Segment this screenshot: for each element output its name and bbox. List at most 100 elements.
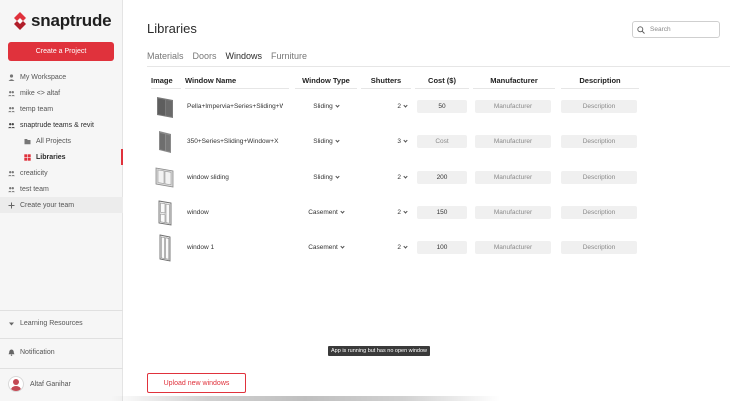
window-name: window 1 bbox=[187, 244, 215, 252]
manufacturer-field[interactable]: Manufacturer bbox=[475, 135, 551, 149]
shutters-value: 3 bbox=[397, 138, 401, 146]
table-row[interactable]: 350+Series+Sliding+Window+X Sliding 3 Co… bbox=[147, 124, 730, 159]
upload-new-windows-button[interactable]: Upload new windows bbox=[147, 373, 246, 393]
search-icon bbox=[637, 21, 645, 39]
create-project-button[interactable]: Create a Project bbox=[8, 42, 114, 61]
brand-name: snaptrude bbox=[31, 11, 112, 30]
sidebar-divider bbox=[0, 368, 123, 369]
folder-icon bbox=[24, 138, 31, 145]
sidebar-item-snaptrude-teams-revit[interactable]: snaptrude teams & revit bbox=[0, 117, 123, 133]
sidebar-item-libraries[interactable]: Libraries bbox=[0, 149, 123, 165]
person-icon bbox=[8, 73, 15, 81]
casement-window-icon[interactable] bbox=[153, 200, 177, 226]
shutters-value: 2 bbox=[397, 103, 401, 111]
shutters-value: 2 bbox=[397, 173, 401, 181]
tab-windows[interactable]: Windows bbox=[222, 46, 265, 67]
sidebar-item-label: My Workspace bbox=[20, 73, 67, 81]
table-row[interactable]: window Casement 2 150 Manufacturer Descr… bbox=[147, 195, 730, 230]
cost-field[interactable]: Cost bbox=[417, 135, 467, 149]
shutters-value: 2 bbox=[397, 244, 401, 252]
chevron-down-icon bbox=[403, 209, 408, 214]
tab-doors[interactable]: Doors bbox=[193, 46, 217, 66]
sidebar-item-mike-altaf[interactable]: mike <> altaf bbox=[0, 85, 123, 101]
sliding-window-dark-icon[interactable] bbox=[153, 95, 177, 119]
people-icon bbox=[8, 90, 15, 97]
user-profile[interactable]: Altaf Ganihar bbox=[8, 376, 71, 392]
sidebar-item-label: snaptrude teams & revit bbox=[20, 121, 94, 129]
tab-furniture[interactable]: Furniture bbox=[271, 46, 307, 66]
learning-resources-toggle[interactable]: Learning Resources bbox=[8, 320, 83, 327]
sidebar-item-label: All Projects bbox=[36, 137, 72, 145]
shutters-select[interactable]: 2 bbox=[361, 89, 411, 124]
cost-field[interactable]: 150 bbox=[417, 206, 467, 220]
library-tabs: Materials Doors Windows Furniture bbox=[147, 46, 316, 67]
window-type-select[interactable]: Sliding bbox=[295, 160, 357, 195]
sliding-window-light-icon[interactable] bbox=[153, 165, 177, 189]
window-name: window sliding bbox=[187, 173, 229, 181]
table-row[interactable]: Pella+Impervia+Series+Sliding+W Sliding … bbox=[147, 89, 730, 124]
sidebar-item-label: creaticity bbox=[20, 169, 48, 177]
manufacturer-field[interactable]: Manufacturer bbox=[475, 100, 551, 114]
thumbnail-cell bbox=[153, 124, 177, 159]
manufacturer-field[interactable]: Manufacturer bbox=[475, 206, 551, 220]
plus-icon bbox=[8, 202, 15, 209]
search-input[interactable] bbox=[650, 26, 714, 33]
description-field[interactable]: Description bbox=[561, 206, 637, 220]
sidebar-item-label: temp team bbox=[20, 105, 54, 113]
shutters-select[interactable]: 2 bbox=[361, 160, 411, 195]
sidebar-item-create-team[interactable]: Create your team bbox=[0, 197, 123, 213]
sliding-window-gray-icon[interactable] bbox=[153, 130, 177, 154]
main-content: Libraries Materials Doors Windows Furnit… bbox=[123, 0, 750, 401]
column-header-image: Image bbox=[151, 73, 181, 89]
chevron-down-icon bbox=[335, 138, 340, 144]
table-row[interactable]: window 1 Casement 2 100 Manufacturer Des… bbox=[147, 230, 730, 265]
column-header-description: Description bbox=[561, 73, 639, 89]
manufacturer-field[interactable]: Manufacturer bbox=[475, 170, 551, 184]
sidebar-item-test-team[interactable]: test team bbox=[0, 181, 123, 197]
cost-field[interactable]: 200 bbox=[417, 170, 467, 184]
window-type-value: Sliding bbox=[313, 173, 333, 181]
window-type-select[interactable]: Sliding bbox=[295, 124, 357, 159]
shutters-select[interactable]: 2 bbox=[361, 230, 411, 265]
cost-field[interactable]: 50 bbox=[417, 100, 467, 114]
windows-table: Image Window Name Window Type Shutters C… bbox=[147, 73, 730, 265]
notification-label: Notification bbox=[20, 349, 55, 356]
sidebar: snaptrude Create a Project My Workspace … bbox=[0, 0, 123, 401]
description-cell: Description bbox=[561, 124, 637, 159]
cost-cell: 200 bbox=[417, 160, 467, 195]
sidebar-item-creaticity[interactable]: creaticity bbox=[0, 165, 123, 181]
description-field[interactable]: Description bbox=[561, 100, 637, 114]
window-type-select[interactable]: Casement bbox=[295, 195, 357, 230]
description-field[interactable]: Description bbox=[561, 170, 637, 184]
sidebar-divider bbox=[0, 310, 123, 311]
window-type-select[interactable]: Casement bbox=[295, 230, 357, 265]
chevron-down-icon bbox=[403, 138, 408, 144]
sidebar-nav: My Workspace mike <> altaf temp team sna… bbox=[0, 69, 123, 213]
manufacturer-cell: Manufacturer bbox=[475, 195, 551, 230]
manufacturer-cell: Manufacturer bbox=[475, 124, 551, 159]
cost-cell: 100 bbox=[417, 230, 467, 265]
sidebar-item-label: mike <> altaf bbox=[20, 89, 61, 97]
description-field[interactable]: Description bbox=[561, 135, 637, 149]
sidebar-item-all-projects[interactable]: All Projects bbox=[0, 133, 123, 149]
sidebar-item-label: Libraries bbox=[36, 153, 66, 161]
shutters-select[interactable]: 2 bbox=[361, 195, 411, 230]
window-type-value: Casement bbox=[308, 244, 338, 252]
sidebar-item-temp-team[interactable]: temp team bbox=[0, 101, 123, 117]
thumbnail-cell bbox=[153, 89, 177, 124]
search-box[interactable] bbox=[632, 21, 720, 38]
snaptrude-logo[interactable]: snaptrude bbox=[13, 11, 112, 31]
table-row[interactable]: window sliding Sliding 2 200 Manufacture… bbox=[147, 160, 730, 195]
window-type-select[interactable]: Sliding bbox=[295, 89, 357, 124]
sidebar-item-my-workspace[interactable]: My Workspace bbox=[0, 69, 123, 85]
chevron-down-icon bbox=[403, 174, 408, 179]
casement-window-tall-icon[interactable] bbox=[153, 234, 177, 262]
tab-materials[interactable]: Materials bbox=[147, 46, 184, 66]
notification-item[interactable]: Notification bbox=[8, 349, 55, 356]
chevron-down-icon bbox=[335, 174, 340, 179]
caret-down-icon bbox=[8, 320, 15, 327]
cost-field[interactable]: 100 bbox=[417, 241, 467, 255]
shutters-select[interactable]: 3 bbox=[361, 124, 411, 159]
description-field[interactable]: Description bbox=[561, 241, 637, 255]
manufacturer-field[interactable]: Manufacturer bbox=[475, 241, 551, 255]
